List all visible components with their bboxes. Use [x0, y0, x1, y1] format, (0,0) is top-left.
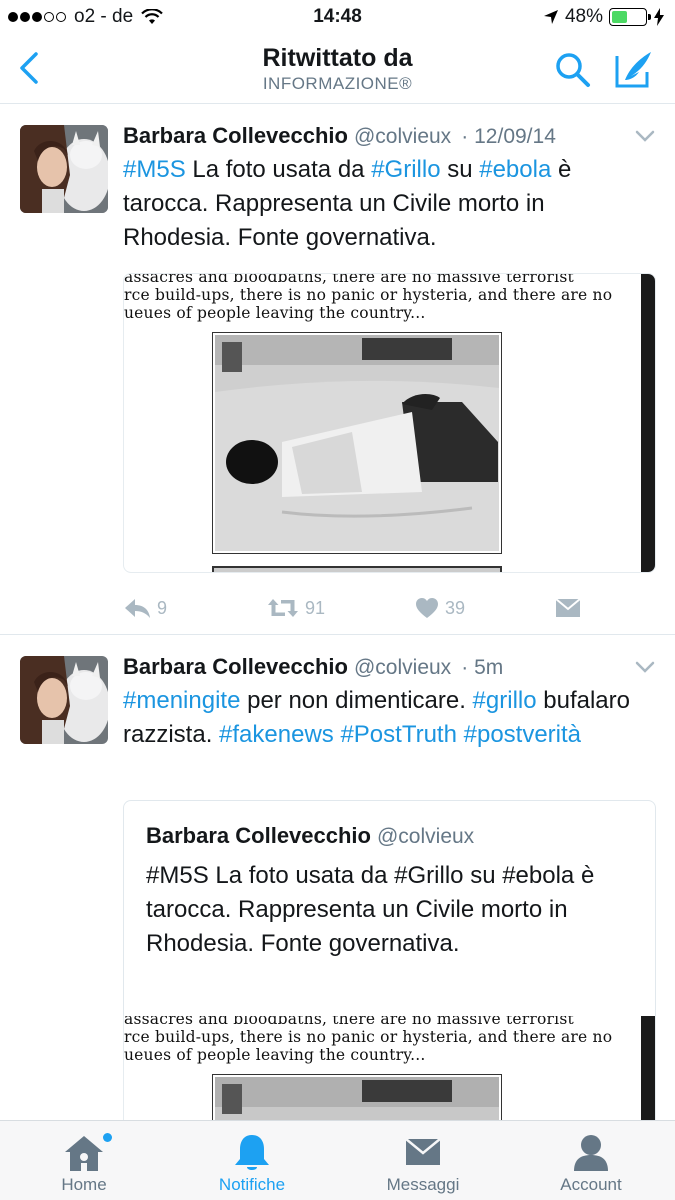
media-caption-line: assacres and bloodbaths, there are no ma…: [124, 1016, 574, 1028]
tweet-text-segment: [457, 721, 464, 748]
tab-home[interactable]: Home: [0, 1121, 168, 1200]
tweet-time: · 5m: [461, 656, 504, 679]
nav-bar: Ritwittato da INFORMAZIONE®: [0, 36, 675, 104]
hashtag-link[interactable]: #PostTruth: [340, 721, 457, 748]
notification-dot: [103, 1133, 112, 1142]
quote-author-name: Barbara Collevecchio: [146, 823, 371, 848]
media-lower-frame: [212, 566, 502, 572]
battery-percent: 48%: [564, 6, 603, 27]
tweet-media-image[interactable]: assacres and bloodbaths, there are no ma…: [123, 273, 656, 573]
media-caption-line: ueues of people leaving the country...: [124, 304, 426, 322]
hashtag-link[interactable]: #Grillo: [371, 156, 440, 183]
compose-tweet-icon[interactable]: [613, 48, 655, 90]
tab-account[interactable]: Account: [507, 1121, 675, 1200]
charging-bolt-icon: [654, 8, 664, 26]
hashtag-link[interactable]: #meningite: [123, 687, 240, 714]
battery-icon: [609, 8, 651, 26]
tab-bar: Home Notifiche Messaggi Account: [0, 1120, 675, 1200]
direct-message-button[interactable]: [555, 593, 587, 623]
like-count: 39: [445, 597, 466, 618]
tab-notifications[interactable]: Notifiche: [168, 1121, 336, 1200]
author-handle[interactable]: @colvieux: [354, 656, 451, 679]
person-icon: [574, 1135, 608, 1171]
retweet-count: 91: [305, 597, 326, 618]
envelope-icon: [405, 1138, 441, 1165]
hashtag-link[interactable]: #M5S: [123, 156, 186, 183]
author-name[interactable]: Barbara Collevecchio: [123, 123, 348, 148]
author-handle[interactable]: @colvieux: [354, 125, 451, 148]
envelope-icon: [555, 598, 581, 617]
location-arrow-icon: [543, 10, 558, 24]
hashtag-link[interactable]: #fakenews: [219, 721, 334, 748]
tab-label: Account: [560, 1175, 622, 1194]
hashtag-link[interactable]: #postverità: [464, 721, 581, 748]
tab-label: Messaggi: [386, 1175, 460, 1194]
media-caption-line: rce build-ups, there is no panic or hyst…: [124, 286, 613, 304]
tweet-text-segment: per non dimenticare.: [240, 687, 473, 714]
chevron-down-icon[interactable]: [635, 129, 655, 143]
status-right: 48%: [543, 6, 665, 28]
media-edge-bar: [641, 274, 655, 572]
status-bar: o2 - de 14:48 48%: [0, 0, 675, 36]
reply-button[interactable]: 9: [123, 593, 167, 623]
media-caption-line: ueues of people leaving the country...: [124, 1046, 426, 1064]
tweet-time: · 12/09/14: [461, 125, 556, 148]
like-button[interactable]: 39: [415, 593, 465, 623]
tweet-item[interactable]: Barbara Collevecchio @colvieux · 5m #meni…: [0, 636, 675, 1126]
media-caption-line: rce build-ups, there is no panic or hyst…: [124, 1028, 613, 1046]
quoted-tweet-media-image[interactable]: assacres and bloodbaths, there are no ma…: [123, 1016, 656, 1126]
tweet-item[interactable]: Barbara Collevecchio @colvieux · 12/09/14…: [0, 105, 675, 635]
tweet-header: Barbara Collevecchio @colvieux · 12/09/14: [123, 123, 655, 153]
hashtag-link[interactable]: #ebola: [479, 156, 551, 183]
tweet-text: #meningite per non dimenticare. #grillo …: [123, 684, 655, 752]
heart-icon: [416, 598, 438, 618]
home-icon: [65, 1136, 103, 1171]
quote-text: #M5S La foto usata da #Grillo su #ebola …: [146, 862, 595, 957]
tweet-text: #M5S La foto usata da #Grillo su #ebola …: [123, 153, 655, 255]
avatar[interactable]: [20, 656, 108, 744]
quoted-tweet[interactable]: Barbara Collevecchio @colvieux #M5S La fo…: [123, 800, 656, 1020]
reply-icon: [125, 599, 150, 618]
media-caption-line: assacres and bloodbaths, there are no ma…: [124, 273, 574, 286]
news-photo: [212, 1074, 502, 1125]
tab-label: Home: [61, 1175, 107, 1194]
quote-author-handle: @colvieux: [376, 825, 475, 848]
author-name[interactable]: Barbara Collevecchio: [123, 654, 348, 679]
tweet-text-segment: La foto usata da: [185, 156, 372, 183]
media-edge-bar: [641, 1016, 655, 1125]
reply-count: 9: [157, 597, 168, 618]
tab-messages[interactable]: Messaggi: [339, 1121, 507, 1200]
quote-header: Barbara Collevecchio @colvieux: [146, 823, 474, 849]
avatar[interactable]: [20, 125, 108, 213]
chevron-down-icon[interactable]: [635, 660, 655, 674]
bell-icon: [235, 1135, 269, 1170]
hashtag-link[interactable]: #grillo: [473, 687, 537, 714]
search-icon[interactable]: [553, 50, 593, 90]
news-photo: [212, 332, 502, 554]
tweet-header: Barbara Collevecchio @colvieux · 5m: [123, 654, 655, 684]
tweet-text-segment: su: [440, 156, 480, 183]
retweet-icon: [268, 599, 298, 617]
tweet-actions: 9 91 39: [123, 593, 603, 623]
retweet-button[interactable]: 91: [267, 593, 325, 623]
tab-label: Notifiche: [218, 1175, 286, 1194]
